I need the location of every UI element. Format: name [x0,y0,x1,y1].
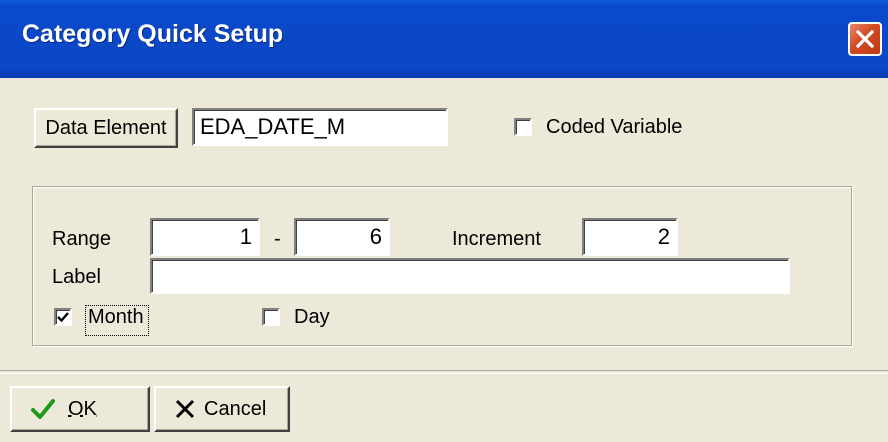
title-bar[interactable]: Category Quick Setup [0,0,888,78]
range-separator: - [274,228,281,250]
increment-label: Increment [452,228,541,250]
coded-variable-label: Coded Variable [546,116,683,138]
label-field[interactable] [150,258,790,294]
window-title: Category Quick Setup [22,20,284,48]
data-element-button[interactable]: Data Element [34,108,178,148]
month-checkbox[interactable] [54,308,72,326]
cancel-button[interactable]: Cancel [154,386,290,432]
bottom-separator [0,370,888,374]
close-icon [856,30,874,48]
check-icon [31,399,55,419]
range-to-field[interactable]: 6 [294,218,390,256]
close-button[interactable] [848,22,882,56]
day-label: Day [294,306,330,328]
ok-button-label: OK [68,397,97,420]
increment-field[interactable]: 2 [582,218,678,256]
cancel-x-icon [175,399,195,419]
day-checkbox[interactable] [262,308,280,326]
range-from-field[interactable]: 1 [150,218,260,256]
checkmark-icon [57,312,69,323]
month-label[interactable]: Month [85,305,149,336]
data-element-field[interactable]: EDA_DATE_M [192,108,448,146]
ok-button[interactable]: OK [10,386,150,432]
label-label: Label [52,266,101,288]
data-element-button-label: Data Element [45,116,167,139]
coded-variable-checkbox[interactable] [514,118,532,136]
cancel-button-label: Cancel [204,397,267,420]
range-label: Range [52,228,111,250]
